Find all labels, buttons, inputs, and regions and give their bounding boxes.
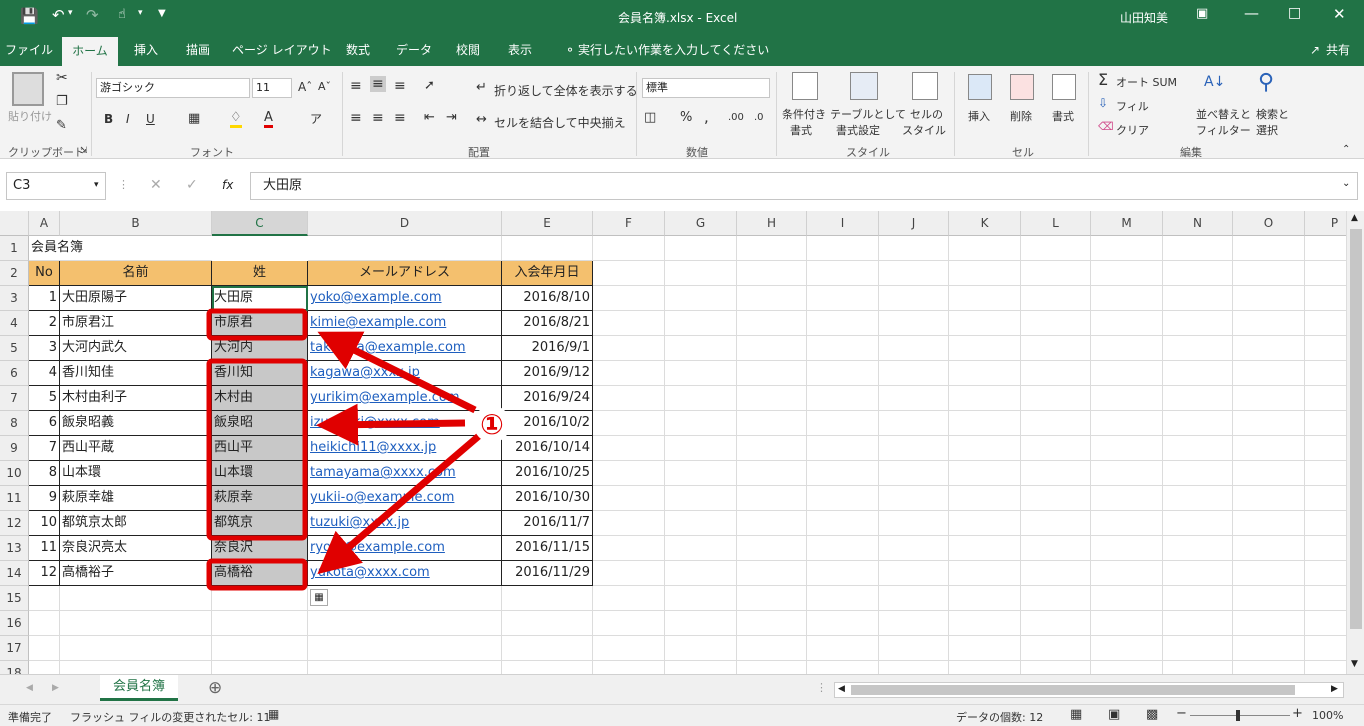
zoom-slider[interactable] — [1190, 715, 1290, 716]
normal-view-icon[interactable]: ▦ — [1070, 707, 1082, 722]
page-break-view-icon[interactable]: ▩ — [1146, 707, 1158, 722]
highlight-box — [206, 308, 308, 341]
page-layout-view-icon[interactable]: ▣ — [1108, 707, 1120, 722]
sheet-tab-active[interactable]: 会員名簿 — [100, 675, 178, 701]
status-ready: 準備完了 — [8, 711, 52, 724]
annotation-arrow — [317, 432, 483, 575]
zoom-level[interactable]: 100% — [1312, 709, 1343, 722]
prev-sheet-icon[interactable]: ◀ — [26, 683, 33, 693]
zoom-out-icon[interactable]: − — [1176, 706, 1187, 721]
highlight-box — [206, 558, 308, 591]
split-handle-icon[interactable]: ⋮ — [816, 681, 827, 694]
sheet-tab-bar: ◀ ▶ 会員名簿 ⊕ ⋮ ◀ ▶ — [0, 674, 1364, 704]
status-flash-fill: フラッシュ フィルの変更されたセル: 11 — [70, 711, 271, 724]
annotation-arrow — [316, 403, 466, 446]
scroll-left-icon[interactable]: ◀ — [838, 684, 845, 694]
scroll-right-icon[interactable]: ▶ — [1331, 684, 1338, 694]
hscroll-thumb[interactable] — [851, 685, 1295, 695]
next-sheet-icon[interactable]: ▶ — [52, 683, 59, 693]
new-sheet-icon[interactable]: ⊕ — [208, 678, 222, 698]
annotation-overlay: ① — [206, 308, 511, 591]
annotation-arrow — [317, 331, 477, 414]
macro-record-icon[interactable]: ▦ — [268, 707, 279, 721]
horizontal-scrollbar[interactable]: ◀ ▶ — [834, 682, 1344, 698]
annotation-label: ① — [480, 408, 504, 441]
status-bar: 準備完了 フラッシュ フィルの変更されたセル: 11 ▦ データの個数: 12 … — [0, 704, 1364, 726]
status-count: データの個数: 12 — [956, 711, 1044, 724]
zoom-slider-thumb[interactable] — [1236, 710, 1240, 721]
zoom-in-icon[interactable]: + — [1292, 706, 1303, 721]
highlight-box — [206, 358, 308, 541]
